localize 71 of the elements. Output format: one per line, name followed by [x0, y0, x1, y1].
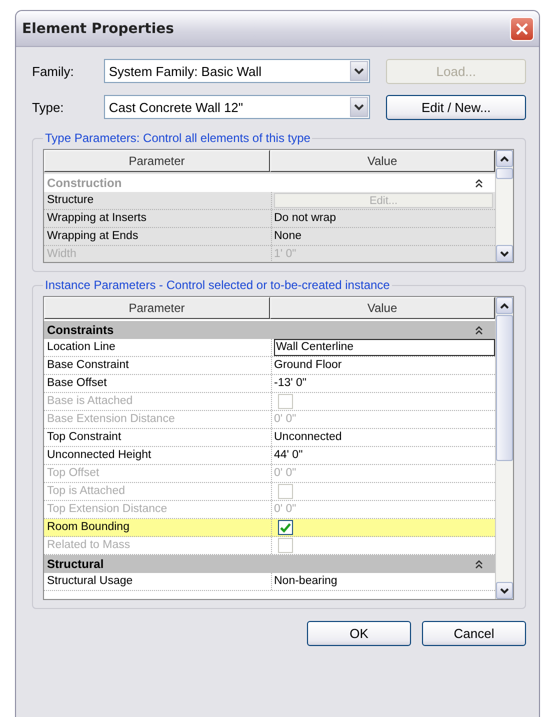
parameter-name: Top Constraint [44, 429, 272, 446]
parameter-value: 44' 0" [274, 448, 303, 463]
parameter-name: Top Offset [44, 465, 272, 482]
parameter-name: Wrapping at Inserts [44, 210, 272, 227]
parameter-value: 0' 0" [274, 412, 296, 427]
property-row[interactable]: Structural Usage Non-bearing [44, 573, 495, 591]
parameter-value: -13' 0" [274, 376, 306, 391]
parameter-value: Non-bearing [274, 574, 338, 589]
parameter-name: Base is Attached [44, 393, 272, 410]
scrollbar[interactable] [495, 297, 513, 599]
parameter-name: Related to Mass [44, 537, 272, 554]
column-header[interactable]: Parameter [44, 297, 270, 319]
parameter-name: Wrapping at Ends [44, 228, 272, 245]
property-row[interactable]: Structure Edit... [44, 192, 495, 210]
parameter-name: Unconnected Height [44, 447, 272, 464]
category-row[interactable]: Constraints [44, 321, 495, 339]
property-row[interactable]: Wrapping at Inserts Do not wrap [44, 210, 495, 228]
parameter-name: Base Extension Distance [44, 411, 272, 428]
collapse-icon[interactable] [475, 326, 483, 334]
category-title: Structural [47, 557, 104, 571]
parameter-name: Top Extension Distance [44, 501, 272, 518]
parameter-name: Base Constraint [44, 357, 272, 374]
category-row[interactable]: Structural [44, 555, 495, 573]
property-row[interactable]: Room Bounding [44, 519, 495, 537]
property-row[interactable]: Base Offset -13' 0" [44, 375, 495, 393]
group-title: Instance Parameters - Control selected or to-be-created instance [44, 278, 391, 292]
dialog-button[interactable]: Cancel [422, 621, 526, 646]
close-button[interactable] [510, 16, 534, 40]
parameter-name: Width [44, 246, 272, 262]
parameter-name: Structural Usage [44, 573, 272, 590]
parameter-value: Ground Floor [274, 358, 342, 373]
scrollbar[interactable] [495, 150, 513, 262]
property-row[interactable]: Top Constraint Unconnected [44, 429, 495, 447]
group-title: Type Parameters: Control all elements of this type [44, 131, 312, 145]
close-icon [515, 22, 529, 36]
category-title: Constraints [47, 323, 114, 337]
parameter-name: Room Bounding [44, 519, 272, 536]
window-title: Element Properties [22, 20, 174, 36]
category-title: Construction [47, 176, 122, 190]
property-row[interactable]: Location Line Wall Centerline [44, 339, 495, 357]
parameter-name: Top is Attached [44, 483, 272, 500]
collapse-icon[interactable] [475, 560, 483, 568]
scroll-down-icon[interactable] [496, 245, 513, 262]
field-label: Type: [32, 100, 65, 114]
parameter-name: Base Offset [44, 375, 272, 392]
parameter-value: 1' 0" [274, 247, 296, 262]
parameter-name: Location Line [44, 339, 272, 356]
column-header[interactable]: Value [270, 297, 495, 319]
dropdown[interactable]: System Family: Basic Wall [104, 59, 370, 83]
scroll-down-icon[interactable] [496, 582, 513, 599]
checkbox[interactable] [278, 520, 293, 535]
parameter-value: None [274, 229, 302, 244]
column-header[interactable]: Parameter [44, 150, 270, 172]
dialog-button[interactable]: Edit / New... [386, 94, 526, 120]
dialog-button[interactable]: OK [307, 621, 411, 646]
property-row[interactable]: Unconnected Height 44' 0" [44, 447, 495, 465]
parameter-value: 0' 0" [274, 466, 296, 481]
scroll-up-icon[interactable] [496, 297, 513, 314]
parameter-value: 0' 0" [274, 502, 296, 517]
scroll-up-icon[interactable] [496, 150, 513, 167]
scroll-thumb[interactable] [496, 168, 513, 180]
parameter-value: Do not wrap [274, 211, 336, 226]
column-header[interactable]: Value [270, 150, 495, 172]
property-row[interactable]: Wrapping at Ends None [44, 228, 495, 246]
scroll-thumb[interactable] [496, 315, 513, 462]
field-label: Family: [32, 64, 75, 78]
parameter-name: Structure [44, 192, 272, 209]
parameter-value: Unconnected [274, 430, 342, 445]
value-field[interactable]: Wall Centerline [274, 339, 495, 356]
property-row[interactable]: Base Constraint Ground Floor [44, 357, 495, 375]
dropdown[interactable]: Cast Concrete Wall 12" [104, 95, 370, 119]
